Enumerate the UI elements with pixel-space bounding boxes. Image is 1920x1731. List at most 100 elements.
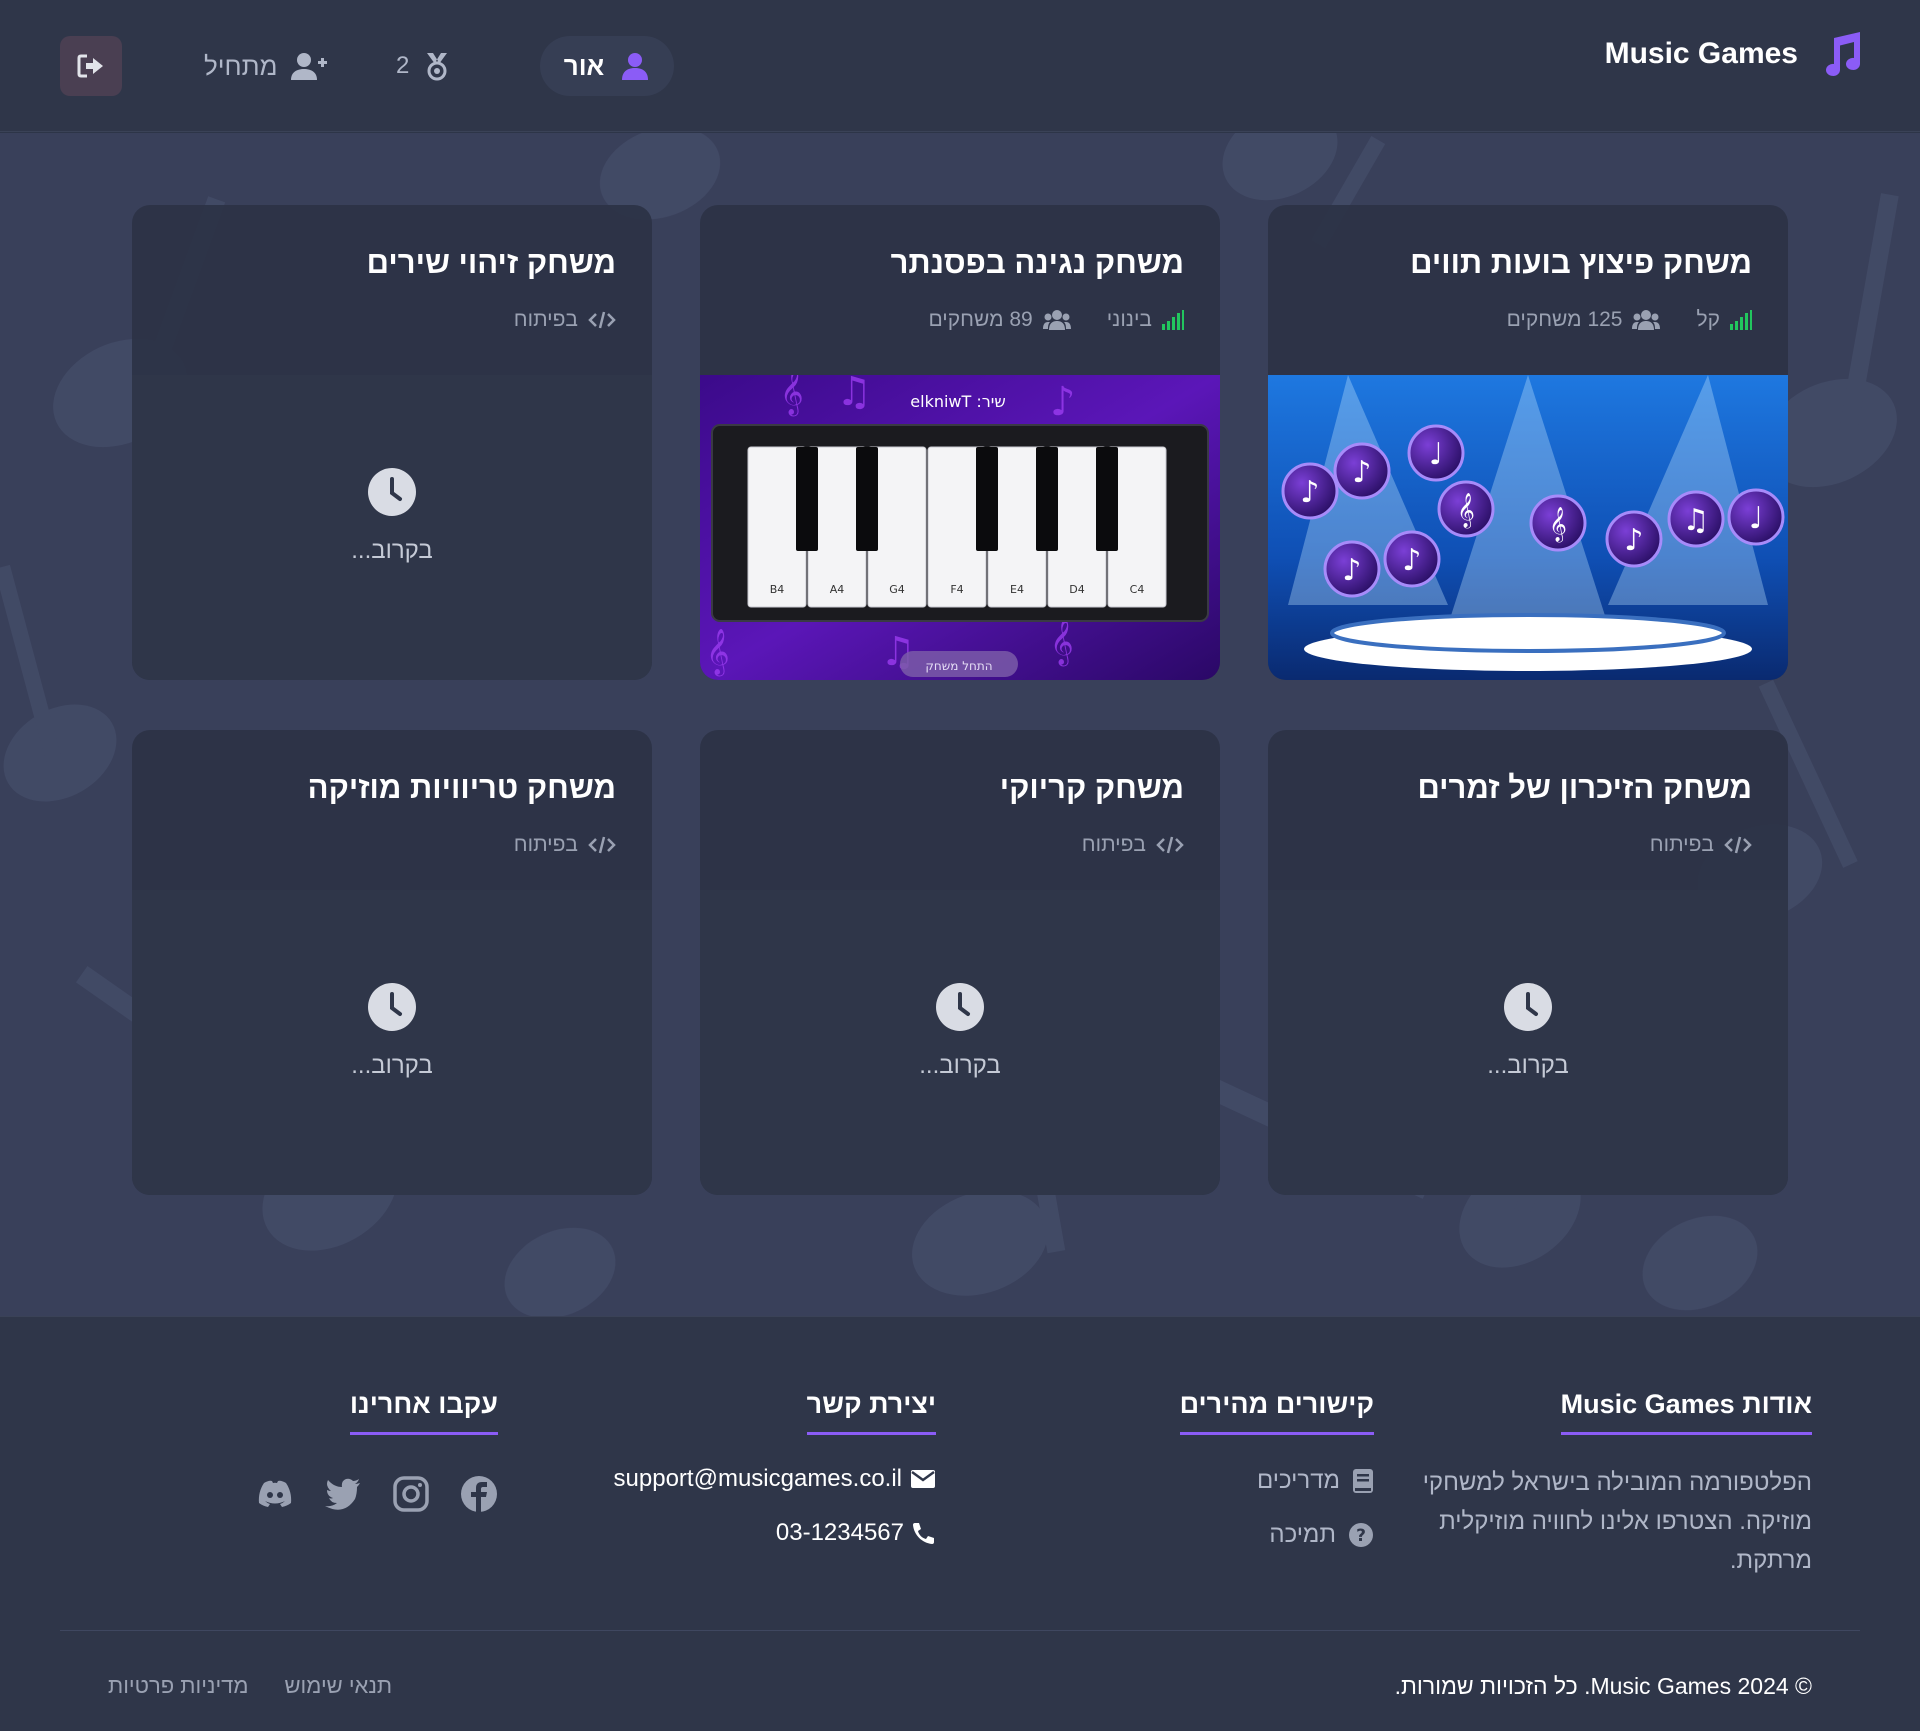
clock-icon [1504, 983, 1552, 1031]
game-title: משחק זיהוי שירים [366, 245, 616, 280]
user-profile-button[interactable]: אור [540, 36, 674, 96]
guides-label: מדריכים [1257, 1467, 1340, 1494]
piano-key-label: A4 [830, 583, 845, 596]
guides-link[interactable]: מדריכים [1074, 1467, 1374, 1495]
medals-count: 2 [396, 52, 410, 79]
user-icon [620, 51, 650, 81]
svg-text:♪: ♪ [1352, 455, 1371, 490]
piano-key-label: C4 [1130, 583, 1145, 596]
piano-song-label: שיר: Twinkle [910, 392, 1005, 411]
contact-phone-text: 03-1234567 [775, 1519, 904, 1546]
contact-email-text: support@musicgames.co.il [613, 1465, 902, 1492]
piano-black-key[interactable] [976, 447, 998, 551]
support-link[interactable]: ? תמיכה [1074, 1521, 1374, 1549]
site-footer: אודות Music Games הפלטפורמה המובילה בישר… [0, 1316, 1920, 1731]
piano-key-label: B4 [770, 583, 785, 596]
svg-text:?: ? [1356, 1526, 1366, 1546]
facebook-icon[interactable] [460, 1475, 498, 1513]
svg-text:♪: ♪ [1050, 379, 1076, 425]
footer-contact: יצירת קשר support@musicgames.co.il 03-12… [596, 1389, 936, 1547]
brand-title: Music Games [1604, 37, 1798, 70]
users-icon [1042, 310, 1071, 330]
piano-key-label: D4 [1069, 583, 1084, 596]
user-name: אור [563, 50, 605, 81]
user-plus-icon [291, 51, 328, 81]
players-label: 89 משחקים [928, 308, 1033, 331]
footer-about: אודות Music Games הפלטפורמה המובילה בישר… [1402, 1389, 1812, 1580]
dev-status-label: בפיתוח [1081, 833, 1146, 856]
clock-icon [936, 983, 984, 1031]
support-label: תמיכה [1269, 1521, 1336, 1548]
copyright-text: © 2024 Music Games. כל הזכויות שמורות. [1394, 1673, 1812, 1699]
coming-soon-label: בקרוב... [351, 1052, 433, 1079]
game-card-trivia[interactable]: משחק טריוויות מוזיקה בפיתוח בקרוב... [132, 730, 652, 1195]
svg-text:♫: ♫ [1683, 503, 1710, 538]
game-card-singers-memory[interactable]: משחק הזיכרון של זמרים בפיתוח בקרוב... [1268, 730, 1788, 1195]
code-icon [588, 836, 616, 854]
medal-icon [423, 51, 451, 81]
terms-link[interactable]: תנאי שימוש [285, 1673, 393, 1699]
dev-status-label: בפיתוח [513, 833, 578, 856]
envelope-icon [911, 1470, 935, 1488]
dev-status-label: בפיתוח [513, 308, 578, 331]
game-title: משחק הזיכרון של זמרים [1417, 770, 1752, 805]
difficulty-badge: בינוני [1107, 308, 1184, 332]
svg-text:♪: ♪ [1624, 523, 1643, 558]
game-card-piano[interactable]: משחק נגינה בפסנתר בינוני 89 משחקים 𝄞 ♫ ♪… [700, 205, 1220, 680]
logout-button[interactable] [60, 36, 122, 96]
discord-icon[interactable] [256, 1475, 294, 1513]
users-icon [1632, 310, 1661, 330]
game-title: משחק טריוויות מוזיקה [307, 770, 616, 805]
coming-soon-panel: בקרוב... [700, 890, 1220, 1195]
privacy-link[interactable]: מדיניות פרטיות [108, 1673, 249, 1699]
game-card-song-id[interactable]: משחק זיהוי שירים בפיתוח בקרוב... [132, 205, 652, 680]
coming-soon-panel: בקרוב... [132, 375, 652, 680]
legal-links: תנאי שימוש מדיניות פרטיות [108, 1673, 392, 1699]
social-links [238, 1475, 498, 1513]
contact-phone[interactable]: 03-1234567 [596, 1519, 936, 1547]
difficulty-badge: קל [1696, 308, 1752, 332]
game-title: משחק נגינה בפסנתר [890, 245, 1184, 280]
svg-text:𝄞: 𝄞 [1457, 493, 1475, 529]
clock-icon [368, 468, 416, 516]
piano-black-key[interactable] [1096, 447, 1118, 551]
piano-black-key[interactable] [796, 447, 818, 551]
dev-status-label: בפיתוח [1649, 833, 1714, 856]
bubbles-preview-image[interactable]: ♪ ♪ ♩ 𝄞 ♪ ♪ 𝄞 ♪ ♫ ♩ [1268, 375, 1788, 680]
svg-text:𝄞: 𝄞 [706, 629, 730, 677]
game-card-karaoke[interactable]: משחק קריוקי בפיתוח בקרוב... [700, 730, 1220, 1195]
dev-status-badge: בפיתוח [514, 308, 616, 332]
svg-text:♫: ♫ [836, 375, 872, 415]
players-count: 89 משחקים [928, 308, 1071, 332]
logout-icon [77, 52, 105, 80]
signal-icon [1730, 310, 1752, 330]
piano-black-key[interactable] [856, 447, 878, 551]
instagram-icon[interactable] [392, 1475, 430, 1513]
twitter-icon[interactable] [324, 1475, 362, 1513]
contact-email[interactable]: support@musicgames.co.il [596, 1465, 936, 1493]
level-indicator[interactable]: מתחיל [204, 46, 328, 86]
book-icon [1353, 1469, 1373, 1493]
footer-about-heading: אודות Music Games [1560, 1389, 1812, 1435]
medals-counter[interactable]: 2 [396, 46, 451, 86]
svg-text:♪: ♪ [1402, 543, 1421, 578]
question-circle-icon: ? [1349, 1523, 1373, 1547]
phone-icon [913, 1523, 934, 1544]
piano-key-label: G4 [889, 583, 905, 596]
svg-text:𝄞: 𝄞 [1050, 619, 1074, 667]
level-label: מתחיל [204, 50, 278, 81]
piano-key-label: E4 [1010, 583, 1024, 596]
top-header: Music Games אור 2 מתחיל [0, 0, 1920, 132]
footer-links-heading: קישורים מהירים [1179, 1389, 1374, 1435]
piano-preview-image[interactable]: 𝄞 ♫ ♪ 𝄞 ♫ 𝄞 שיר: Twinkle B4 A4 G4 F4 E4 D4 C4 התחל… [700, 369, 1220, 680]
svg-text:♩: ♩ [1749, 501, 1763, 536]
footer-follow-heading: עקבו אחרינו [349, 1389, 498, 1435]
piano-black-key[interactable] [1036, 447, 1058, 551]
footer-quick-links: קישורים מהירים מדריכים ? תמיכה [1074, 1389, 1374, 1549]
piano-keyboard[interactable]: B4 A4 G4 F4 E4 D4 C4 [747, 446, 1167, 608]
game-title: משחק פיצוץ בועות תווים [1410, 245, 1752, 280]
brand[interactable]: Music Games [1605, 30, 1864, 78]
footer-follow: עקבו אחרינו [238, 1389, 498, 1513]
difficulty-label: בינוני [1106, 308, 1152, 331]
game-card-bubbles[interactable]: משחק פיצוץ בועות תווים קל 125 משחקים ♪ ♪… [1268, 205, 1788, 680]
